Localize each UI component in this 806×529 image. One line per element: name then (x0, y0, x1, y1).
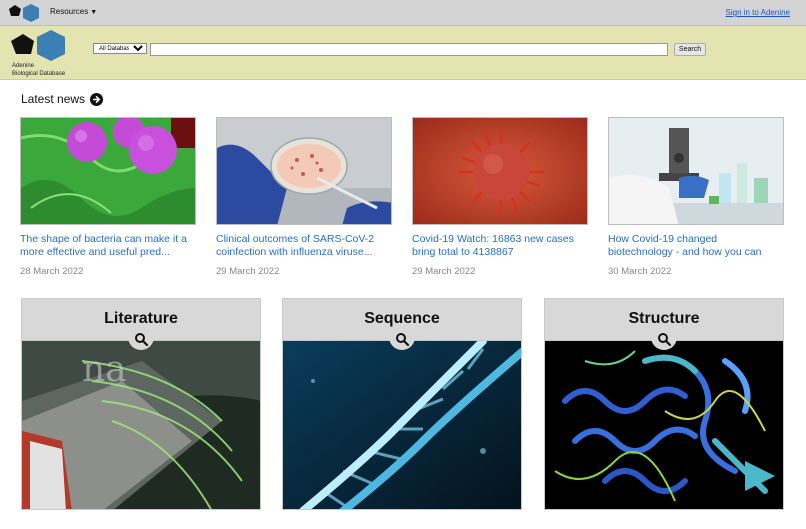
news-card[interactable]: The shape of bacteria can make it a more… (20, 117, 196, 277)
news-card[interactable]: How Covid-19 changed biotechnology - and… (608, 117, 784, 277)
news-card[interactable]: Clinical outcomes of SARS-CoV-2 coinfect… (216, 117, 392, 277)
tile-title: Literature (104, 310, 178, 327)
dna-helix-illustration (283, 341, 521, 509)
news-date: 29 March 2022 (412, 266, 476, 277)
resources-menu-label: Resources (50, 7, 89, 16)
news-thumbnail-bacteria[interactable] (20, 117, 196, 225)
literature-illustration: na (22, 341, 260, 509)
search-banner: Adenine Biological Database All Database… (0, 26, 806, 80)
structure-tile[interactable]: Structure (544, 298, 784, 510)
tile-title: Sequence (364, 310, 440, 327)
news-thumbnail-laboratory[interactable] (608, 117, 784, 225)
arrow-right-icon[interactable] (90, 92, 104, 106)
logo-caption-line2: Biological Database (12, 71, 66, 77)
literature-tile[interactable]: Literature na (21, 298, 261, 510)
news-thumbnail-virus[interactable] (412, 117, 588, 225)
logo-caption-line1: Adenine (12, 63, 35, 69)
latest-news-label: Latest news (21, 92, 86, 106)
database-select[interactable]: All Databases (93, 43, 147, 54)
resources-menu[interactable]: Resources ▼ (50, 7, 97, 16)
sequence-tile[interactable]: Sequence (282, 298, 522, 510)
adenine-logo-icon[interactable] (7, 3, 41, 23)
news-thumbnail-petri-dish[interactable] (216, 117, 392, 225)
news-date: 30 March 2022 (608, 266, 672, 277)
news-date: 29 March 2022 (216, 266, 280, 277)
latest-news-heading[interactable]: Latest news (21, 92, 104, 106)
news-title-link[interactable]: Clinical outcomes of SARS-CoV-2 coinfect… (216, 233, 392, 259)
top-nav-bar: Resources ▼ Sign in to Adenine (0, 0, 806, 26)
news-title-link[interactable]: The shape of bacteria can make it a more… (20, 233, 196, 259)
chevron-down-icon: ▼ (90, 9, 98, 16)
svg-text:na: na (82, 349, 127, 390)
news-title-link[interactable]: How Covid-19 changed biotechnology - and… (608, 233, 784, 259)
news-date: 28 March 2022 (20, 266, 84, 277)
tile-title: Structure (628, 310, 700, 327)
news-title-link[interactable]: Covid-19 Watch: 16863 new cases bring to… (412, 233, 588, 259)
protein-structure-illustration (545, 341, 783, 509)
sign-in-link[interactable]: Sign in to Adenine (726, 8, 791, 17)
search-button[interactable]: Search (674, 43, 706, 56)
search-input[interactable] (150, 43, 668, 56)
logo-caption: Adenine Biological Database (12, 62, 65, 78)
news-card[interactable]: Covid-19 Watch: 16863 new cases bring to… (412, 117, 588, 277)
adenine-logo-icon[interactable] (9, 29, 69, 63)
